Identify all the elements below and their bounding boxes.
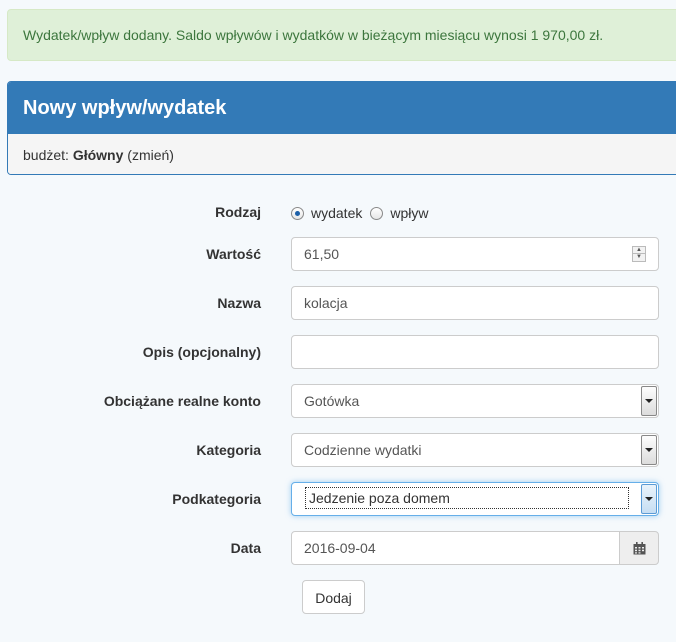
calendar-icon <box>633 541 645 554</box>
category-value: Codzienne wydatki <box>304 442 422 458</box>
radio-income[interactable] <box>370 206 384 220</box>
budget-prefix: budżet: <box>23 147 69 163</box>
category-dropdown-arrow-icon[interactable] <box>641 435 657 465</box>
spinner-down-icon[interactable]: ▼ <box>633 254 645 261</box>
radio-expense[interactable] <box>291 206 304 220</box>
spinner-up-icon[interactable]: ▲ <box>633 247 645 254</box>
radio-expense-label[interactable]: wydatek <box>311 205 362 221</box>
description-input[interactable] <box>291 335 659 369</box>
subcategory-value: Jedzenie poza domem <box>305 487 629 509</box>
type-label: Rodzaj <box>215 204 261 220</box>
calendar-button[interactable] <box>619 531 659 565</box>
date-label: Data <box>230 540 261 556</box>
account-select[interactable]: Gotówka <box>291 384 659 418</box>
account-value: Gotówka <box>304 393 360 409</box>
subcategory-dropdown-arrow-icon[interactable] <box>641 484 657 514</box>
category-label: Kategoria <box>196 442 261 458</box>
form-panel: Nowy wpływ/wydatek budżet: Główny (zmień… <box>7 81 676 175</box>
amount-label: Wartość <box>206 246 261 262</box>
radio-income-label[interactable]: wpływ <box>390 205 428 221</box>
description-label: Opis (opcjonalny) <box>142 344 261 360</box>
subcategory-select[interactable]: Jedzenie poza domem <box>291 482 659 516</box>
date-input[interactable]: 2016-09-04 <box>291 531 620 565</box>
account-dropdown-arrow-icon[interactable] <box>641 386 657 416</box>
budget-change-link[interactable]: (zmień) <box>127 147 174 163</box>
budget-info: budżet: Główny (zmień) <box>8 133 676 174</box>
name-input[interactable]: kolacja <box>291 286 659 320</box>
date-value: 2016-09-04 <box>304 540 376 556</box>
subcategory-label: Podkategoria <box>172 491 261 507</box>
name-label: Nazwa <box>217 295 261 311</box>
success-alert: Wydatek/wpływ dodany. Saldo wpływów i wy… <box>7 9 676 61</box>
alert-message: Wydatek/wpływ dodany. Saldo wpływów i wy… <box>23 27 604 43</box>
add-button[interactable]: Dodaj <box>302 580 365 614</box>
number-spinner[interactable]: ▲ ▼ <box>632 246 646 262</box>
type-radio-group: wydatek wpływ <box>291 204 428 222</box>
panel-title: Nowy wpływ/wydatek <box>8 82 676 133</box>
amount-input[interactable]: 61,50 ▲ ▼ <box>291 237 659 271</box>
budget-name: Główny <box>72 147 124 163</box>
account-label: Obciążane realne konto <box>103 393 261 409</box>
amount-value: 61,50 <box>304 246 340 262</box>
name-value: kolacja <box>304 295 348 311</box>
category-select[interactable]: Codzienne wydatki <box>291 433 659 467</box>
